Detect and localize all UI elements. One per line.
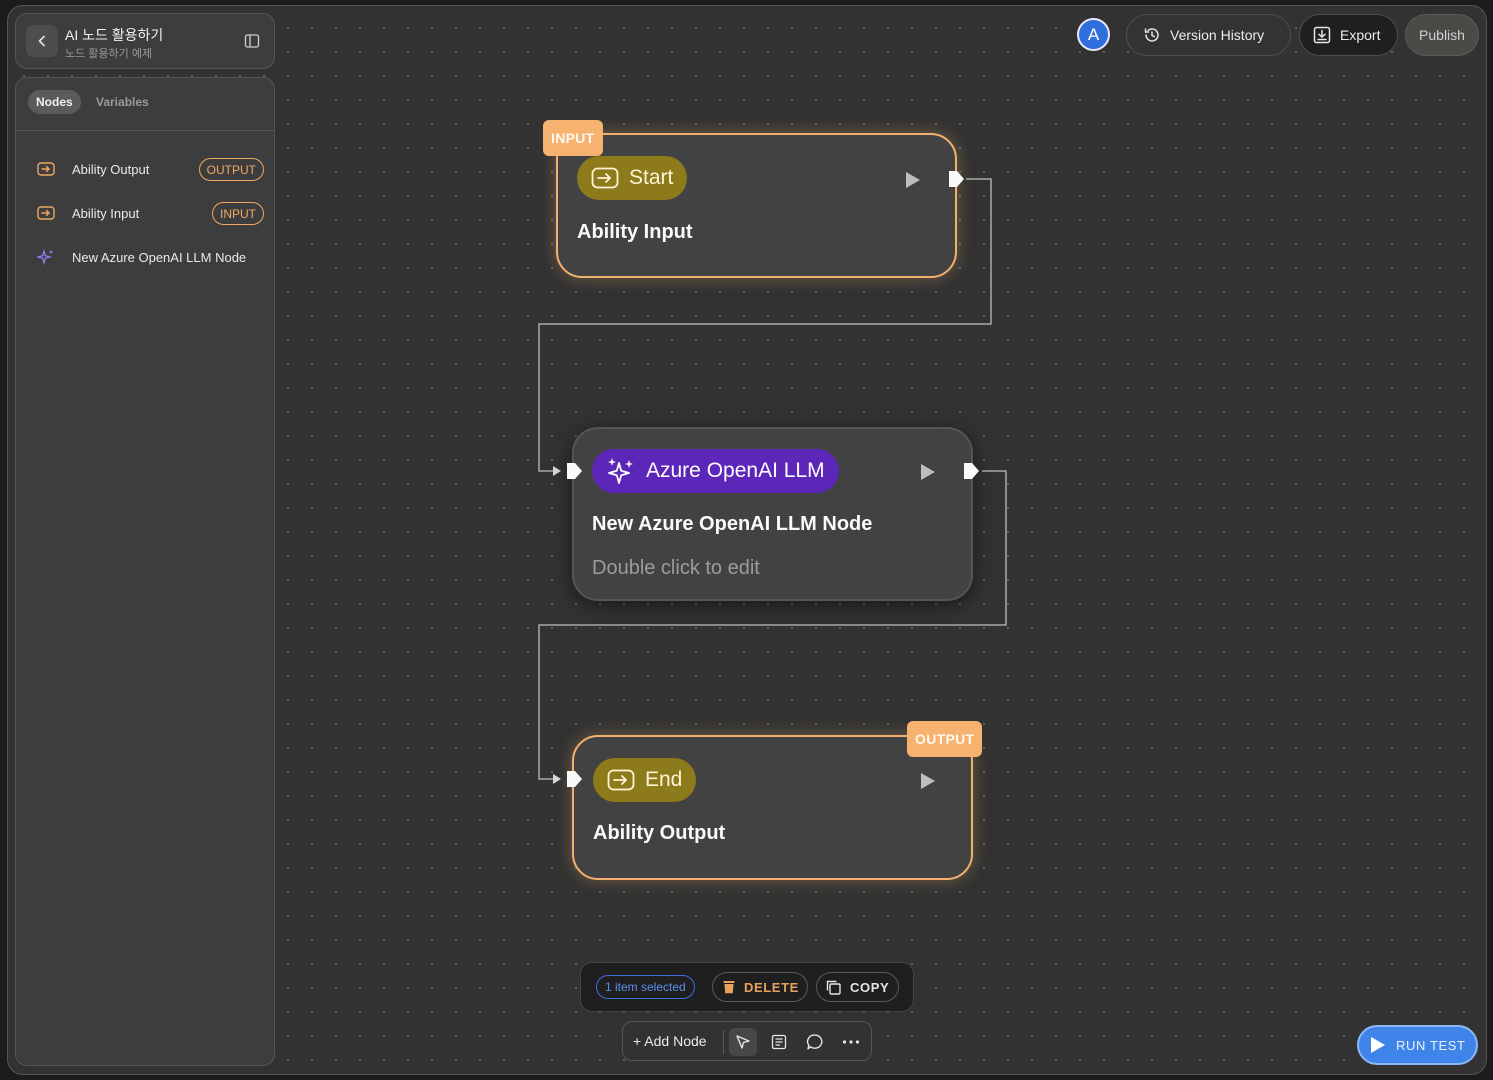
cursor-icon xyxy=(736,1035,750,1049)
delete-button[interactable]: DELETE xyxy=(712,972,808,1002)
sidebar-item-label: Ability Output xyxy=(72,161,150,177)
sidebar-item-label: New Azure OpenAI LLM Node xyxy=(72,249,247,265)
run-node-icon[interactable] xyxy=(920,772,936,790)
node-type-end: End xyxy=(593,758,697,802)
version-history-label: Version History xyxy=(1170,27,1265,43)
run-test-button[interactable]: RUN TEST xyxy=(1357,1025,1478,1065)
input-badge: INPUT xyxy=(212,201,264,225)
output-handle[interactable] xyxy=(962,462,980,480)
user-avatar[interactable]: A xyxy=(1077,18,1110,51)
node-type-label: Azure OpenAI LLM xyxy=(646,459,825,482)
enter-box-icon xyxy=(591,167,619,189)
comment-tool-button[interactable] xyxy=(801,1028,829,1056)
run-node-icon[interactable] xyxy=(905,171,921,189)
panel-tabs: Nodes Variables xyxy=(16,78,274,131)
sparkle-icon xyxy=(608,458,633,484)
sidebar-item-azure-llm[interactable]: New Azure OpenAI LLM Node xyxy=(36,243,264,271)
download-icon xyxy=(1313,26,1331,44)
node-azure-llm[interactable]: Azure OpenAI LLM New Azure OpenAI LLM No… xyxy=(572,427,973,601)
sidebar-item-label: Ability Input xyxy=(72,205,140,221)
input-tag: INPUT xyxy=(543,120,603,156)
comment-icon xyxy=(806,1034,823,1050)
toolbar-divider xyxy=(723,1030,724,1054)
more-horizontal-icon xyxy=(842,1040,860,1044)
trash-icon xyxy=(723,981,735,994)
output-badge: OUTPUT xyxy=(198,157,264,181)
chevron-left-icon xyxy=(38,35,45,47)
more-options-button[interactable] xyxy=(837,1028,865,1056)
edge-arrow xyxy=(553,466,561,476)
selection-count: 1 item selected xyxy=(596,975,695,999)
history-icon xyxy=(1144,28,1159,42)
note-tool-button[interactable] xyxy=(765,1028,793,1056)
sidebar-item-ability-output[interactable]: Ability Output OUTPUT xyxy=(36,155,264,183)
copy-label: COPY xyxy=(850,979,890,995)
node-title: New Azure OpenAI LLM Node xyxy=(592,513,873,535)
copy-button[interactable]: COPY xyxy=(816,972,899,1002)
copy-icon xyxy=(826,980,841,995)
node-type-label: End xyxy=(645,768,683,791)
selection-bar: 1 item selected DELETE COPY xyxy=(580,962,914,1012)
enter-box-icon xyxy=(36,159,56,179)
delete-label: DELETE xyxy=(744,979,799,995)
output-tag: OUTPUT xyxy=(907,721,983,757)
node-hint: Double click to edit xyxy=(592,557,760,579)
sparkle-icon xyxy=(36,247,56,267)
node-type-llm: Azure OpenAI LLM xyxy=(592,449,839,493)
node-start[interactable]: Start Ability Input xyxy=(556,133,957,278)
bottom-toolbar: + Add Node xyxy=(622,1021,872,1061)
publish-button[interactable]: Publish xyxy=(1405,14,1479,56)
output-handle[interactable] xyxy=(947,170,965,188)
select-tool-button[interactable] xyxy=(729,1028,757,1056)
add-node-button[interactable]: + Add Node xyxy=(633,1022,707,1060)
project-subtitle: 노드 활용하기 예제 xyxy=(65,48,153,60)
node-type-label: Start xyxy=(629,166,674,189)
tab-variables[interactable]: Variables xyxy=(88,90,157,114)
sidebar-item-ability-input[interactable]: Ability Input INPUT xyxy=(36,199,264,227)
run-node-icon[interactable] xyxy=(920,463,936,481)
enter-box-icon xyxy=(607,769,635,791)
input-handle[interactable] xyxy=(565,462,583,480)
node-title: Ability Input xyxy=(577,221,693,243)
export-label: Export xyxy=(1340,27,1381,43)
edge-arrow xyxy=(553,774,561,784)
enter-box-icon xyxy=(36,203,56,223)
sidebar-toggle-icon[interactable] xyxy=(244,33,260,49)
version-history-button[interactable]: Version History xyxy=(1126,14,1291,56)
back-button[interactable] xyxy=(26,25,58,57)
project-header: AI 노드 활용하기 노드 활용하기 예제 xyxy=(15,13,275,69)
input-handle[interactable] xyxy=(565,770,583,788)
node-type-start: Start xyxy=(577,156,688,200)
project-title: AI 노드 활용하기 xyxy=(65,27,164,43)
node-list-panel: Nodes Variables Ability Output OUTPUT Ab… xyxy=(15,77,275,1066)
run-test-label: RUN TEST xyxy=(1396,1037,1466,1053)
tab-nodes[interactable]: Nodes xyxy=(28,90,81,114)
note-icon xyxy=(771,1034,787,1050)
play-icon xyxy=(1371,1037,1385,1053)
export-button[interactable]: Export xyxy=(1299,14,1398,56)
node-title: Ability Output xyxy=(593,822,726,844)
